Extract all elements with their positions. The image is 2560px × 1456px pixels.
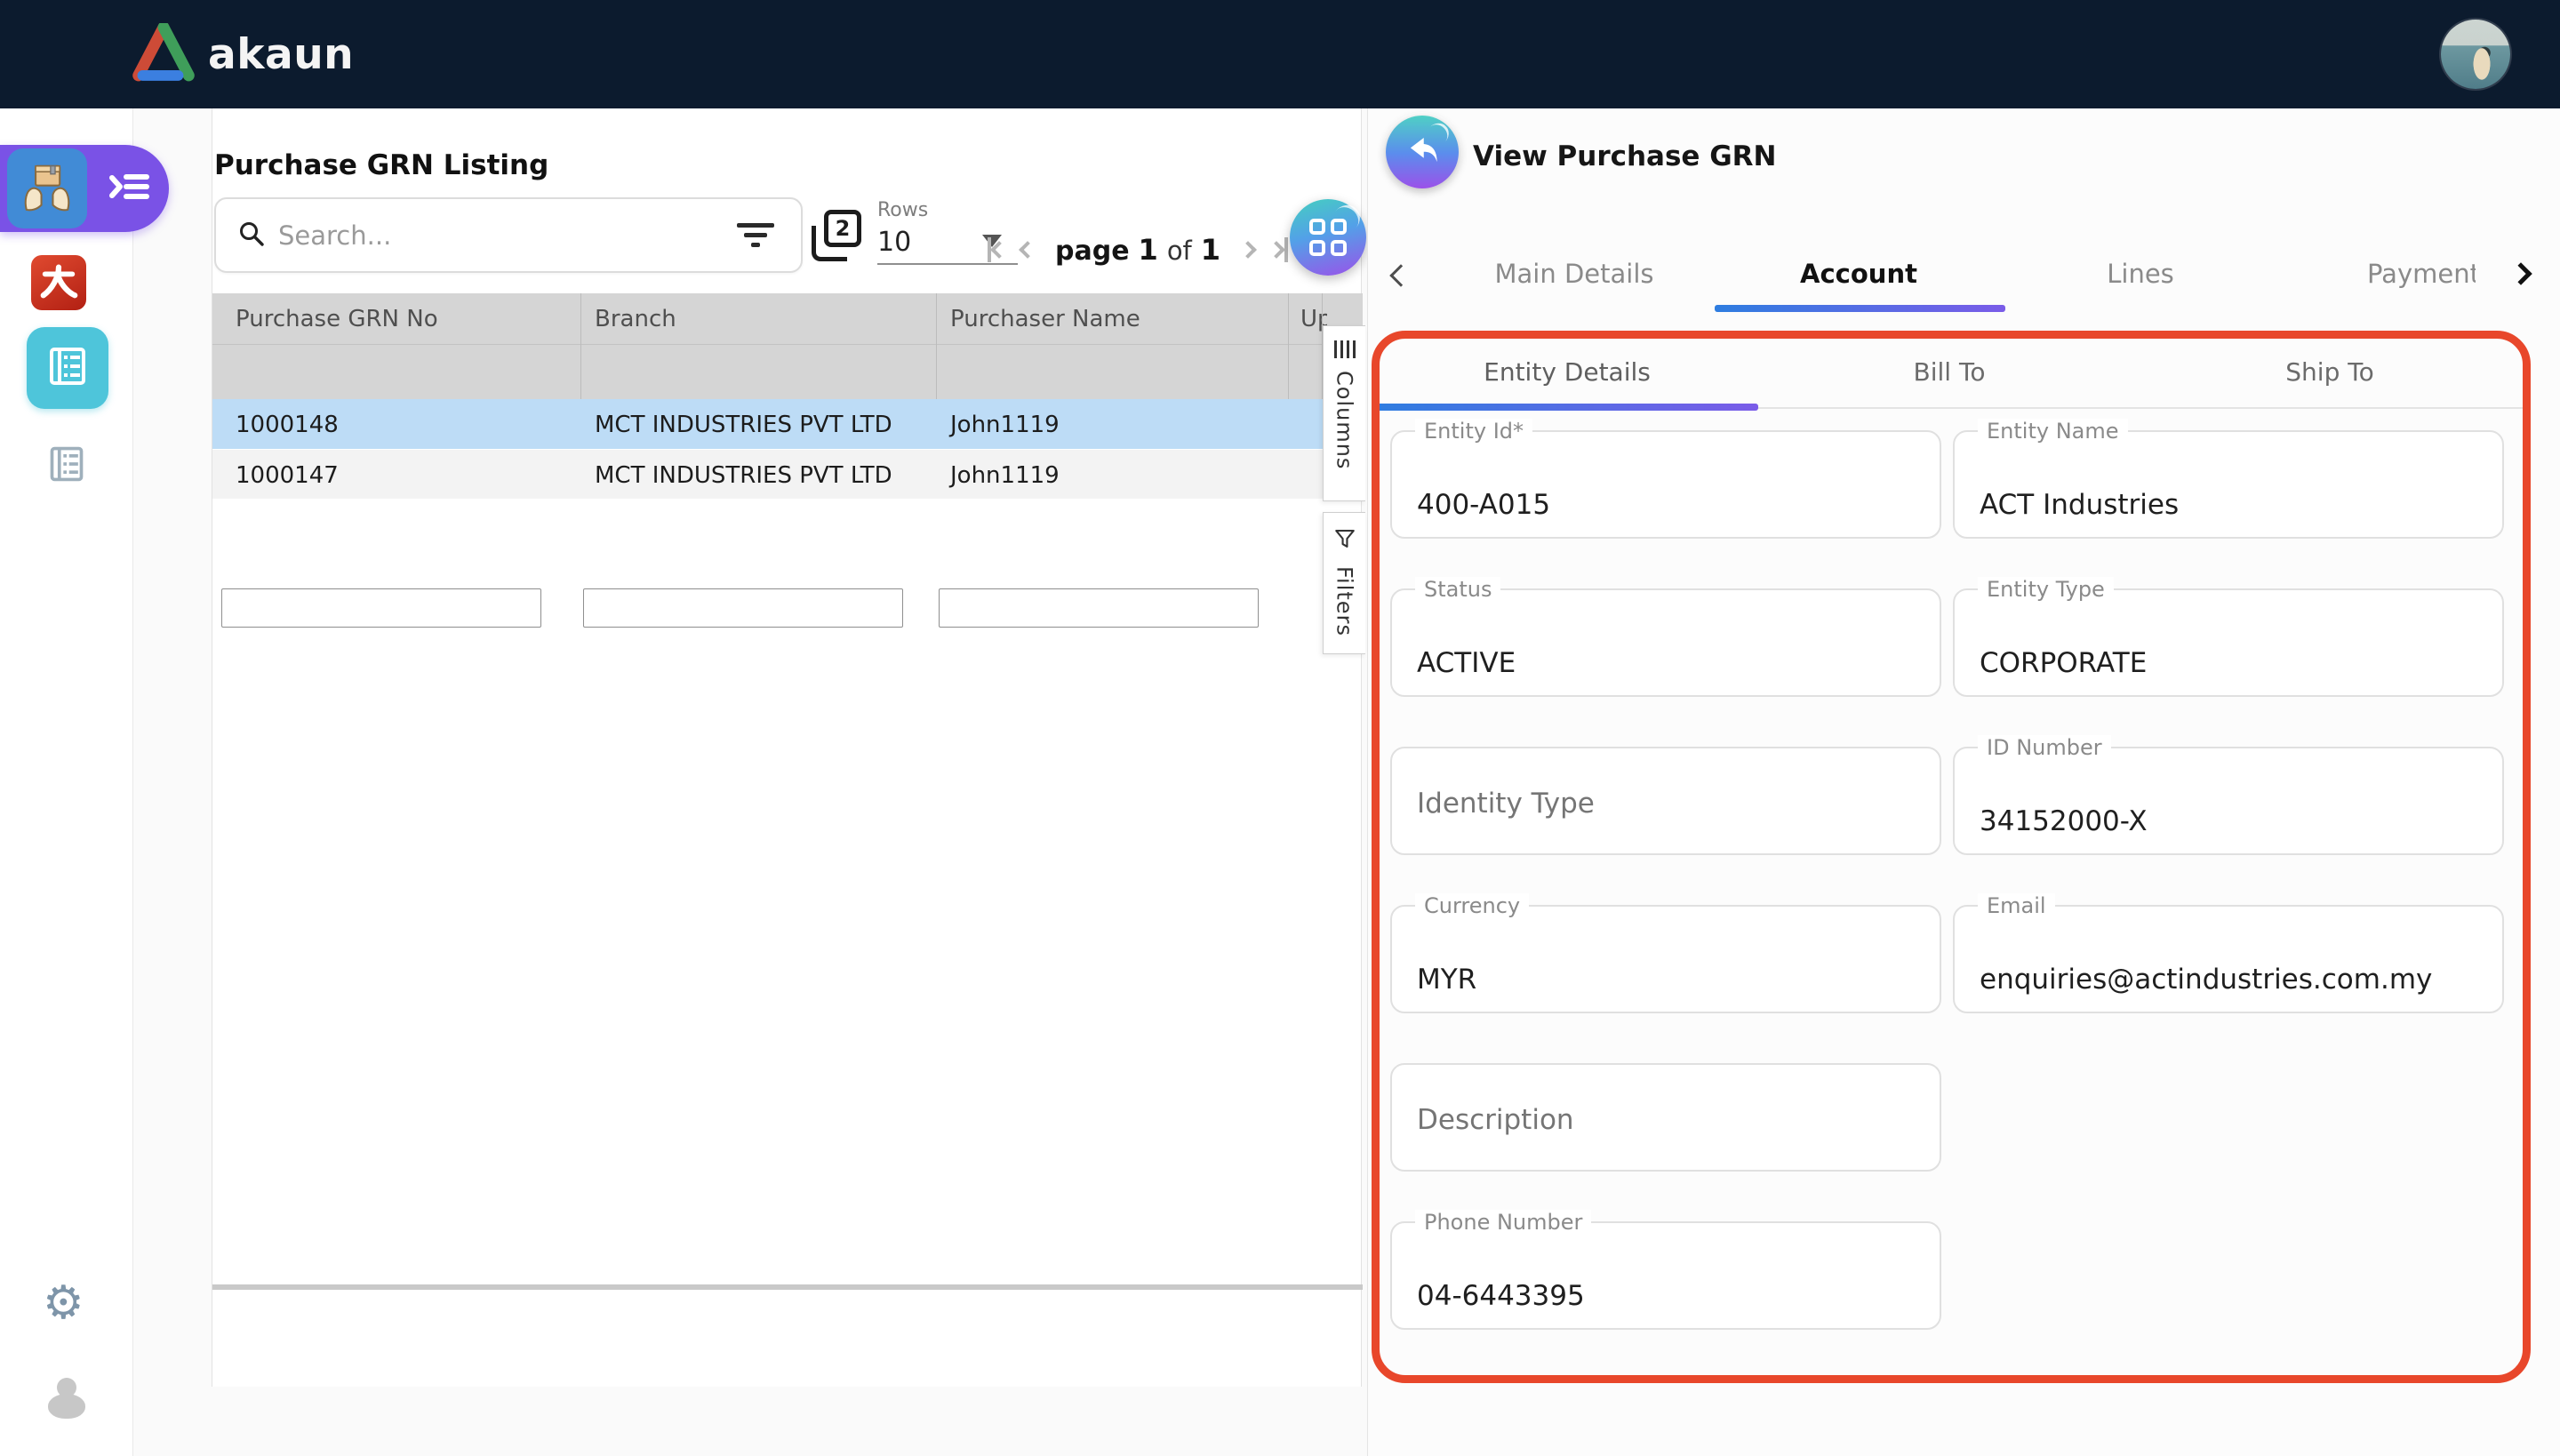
- sidebar-app-inventory[interactable]: [7, 148, 87, 228]
- next-page-button[interactable]: [1242, 244, 1254, 256]
- user-avatar[interactable]: [2441, 20, 2510, 89]
- first-page-button[interactable]: [988, 237, 1005, 262]
- page-title: Purchase GRN Listing: [214, 149, 548, 181]
- entity-type-field[interactable]: Entity Type CORPORATE: [1953, 588, 2504, 697]
- last-page-button[interactable]: [1270, 237, 1288, 262]
- sidebar-app-red[interactable]: [31, 255, 86, 310]
- column-divider: [1288, 293, 1289, 399]
- subtab-entity-details[interactable]: Entity Details: [1484, 357, 1651, 387]
- brush-character-icon: [38, 260, 79, 305]
- filter-input-grn-no[interactable]: [221, 588, 541, 628]
- account-sub-tabs: Entity Details Bill To Ship To: [1368, 332, 2560, 409]
- search-bar: [214, 197, 803, 273]
- filters-tab[interactable]: Filters: [1323, 512, 1365, 654]
- multi-page-view-button[interactable]: 2: [812, 210, 861, 261]
- filter-input-purchaser[interactable]: [939, 588, 1259, 628]
- tab-main-details[interactable]: Main Details: [1495, 259, 1654, 289]
- tabs-scroll-right-icon[interactable]: [2509, 262, 2532, 284]
- column-divider: [580, 293, 581, 399]
- settings-gear-icon[interactable]: ⚙: [43, 1280, 84, 1326]
- detail-title: View Purchase GRN: [1473, 140, 1777, 172]
- tab-lines[interactable]: Lines: [2107, 259, 2174, 289]
- subtab-bill-to[interactable]: Bill To: [1914, 357, 1986, 387]
- column-header-grn-no[interactable]: Purchase GRN No: [236, 306, 438, 332]
- tab-account[interactable]: Account: [1800, 259, 1917, 289]
- akaun-logo-icon: [132, 23, 196, 85]
- view-purchase-grn-panel: View Purchase GRN Main Details Account L…: [1367, 108, 2560, 1456]
- brand[interactable]: akaun: [132, 23, 354, 85]
- prev-page-button[interactable]: [1021, 244, 1034, 256]
- email-field[interactable]: Email enquiries@actindustries.com.my: [1953, 905, 2504, 1013]
- list-document-icon: [47, 470, 86, 487]
- horizontal-scrollbar[interactable]: [212, 1284, 1363, 1290]
- back-button[interactable]: [1386, 116, 1459, 188]
- currency-field[interactable]: Currency MYR: [1390, 905, 1941, 1013]
- hands-package-icon: [20, 159, 75, 218]
- table-row[interactable]: 1000147 MCT INDUSTRIES PVT LTD John1119: [212, 449, 1363, 499]
- menu-expand-icon: [108, 171, 149, 206]
- pagination: page 1 of 1: [988, 233, 1288, 267]
- table-side-tabs: Columns Filters: [1323, 325, 1365, 654]
- search-input[interactable]: [278, 220, 732, 251]
- brand-name: akaun: [208, 30, 354, 79]
- search-icon: [237, 220, 266, 252]
- rows-label: Rows: [877, 199, 1018, 221]
- active-subtab-underline: [1374, 404, 1758, 411]
- tab-payment[interactable]: Payment: [2367, 259, 2476, 289]
- identity-type-field[interactable]: Identity Type: [1390, 747, 1941, 855]
- columns-tab[interactable]: Columns: [1323, 325, 1365, 501]
- app-root: akaun: [0, 0, 2560, 1456]
- column-divider: [936, 293, 937, 399]
- current-page: 1: [1139, 233, 1158, 267]
- top-navbar: akaun: [0, 0, 2560, 108]
- entity-name-field[interactable]: Entity Name ACT Industries: [1953, 430, 2504, 539]
- table-row-selected[interactable]: 1000148 MCT INDUSTRIES PVT LTD John1119: [212, 399, 1363, 449]
- grid-view-button[interactable]: [1290, 199, 1366, 276]
- subtab-ship-to[interactable]: Ship To: [2285, 357, 2373, 387]
- sidebar-app-listing-active[interactable]: [27, 327, 108, 409]
- filter-input-branch[interactable]: [583, 588, 903, 628]
- filter-list-icon[interactable]: [732, 218, 780, 252]
- back-arrow-icon: [1404, 132, 1441, 172]
- profile-person-icon[interactable]: [48, 1378, 85, 1419]
- list-document-icon: [46, 345, 89, 391]
- purchase-grn-listing-panel: Purchase GRN Listing 2 Rows 10: [212, 108, 1362, 1387]
- status-field[interactable]: Status ACTIVE: [1390, 588, 1941, 697]
- sidebar-app-listing-inactive[interactable]: [47, 444, 86, 487]
- entity-id-field[interactable]: Entity Id* 400-A015: [1390, 430, 1941, 539]
- tabs-scroll-left-icon[interactable]: [1389, 264, 1412, 286]
- total-pages: 1: [1201, 233, 1220, 267]
- table-header-row: Purchase GRN No Branch Purchaser Name Up: [212, 293, 1363, 344]
- grid-icon: [1309, 219, 1347, 256]
- phone-number-field[interactable]: Phone Number 04-6443395: [1390, 1221, 1941, 1330]
- table-filter-row: [212, 344, 1363, 399]
- funnel-icon: [1333, 527, 1356, 554]
- columns-icon: [1334, 340, 1356, 358]
- column-header-purchaser[interactable]: Purchaser Name: [950, 306, 1140, 332]
- column-header-branch[interactable]: Branch: [595, 306, 676, 332]
- detail-tabs: Main Details Account Lines Payment: [1368, 236, 2560, 316]
- left-sidebar: ⚙: [0, 108, 133, 1456]
- page-count-icon: 2: [824, 210, 861, 247]
- id-number-field[interactable]: ID Number 34152000-X: [1953, 747, 2504, 855]
- description-field[interactable]: Description: [1390, 1063, 1941, 1172]
- active-tab-underline: [1715, 305, 2005, 312]
- page-indicator: page 1 of 1: [1055, 233, 1220, 267]
